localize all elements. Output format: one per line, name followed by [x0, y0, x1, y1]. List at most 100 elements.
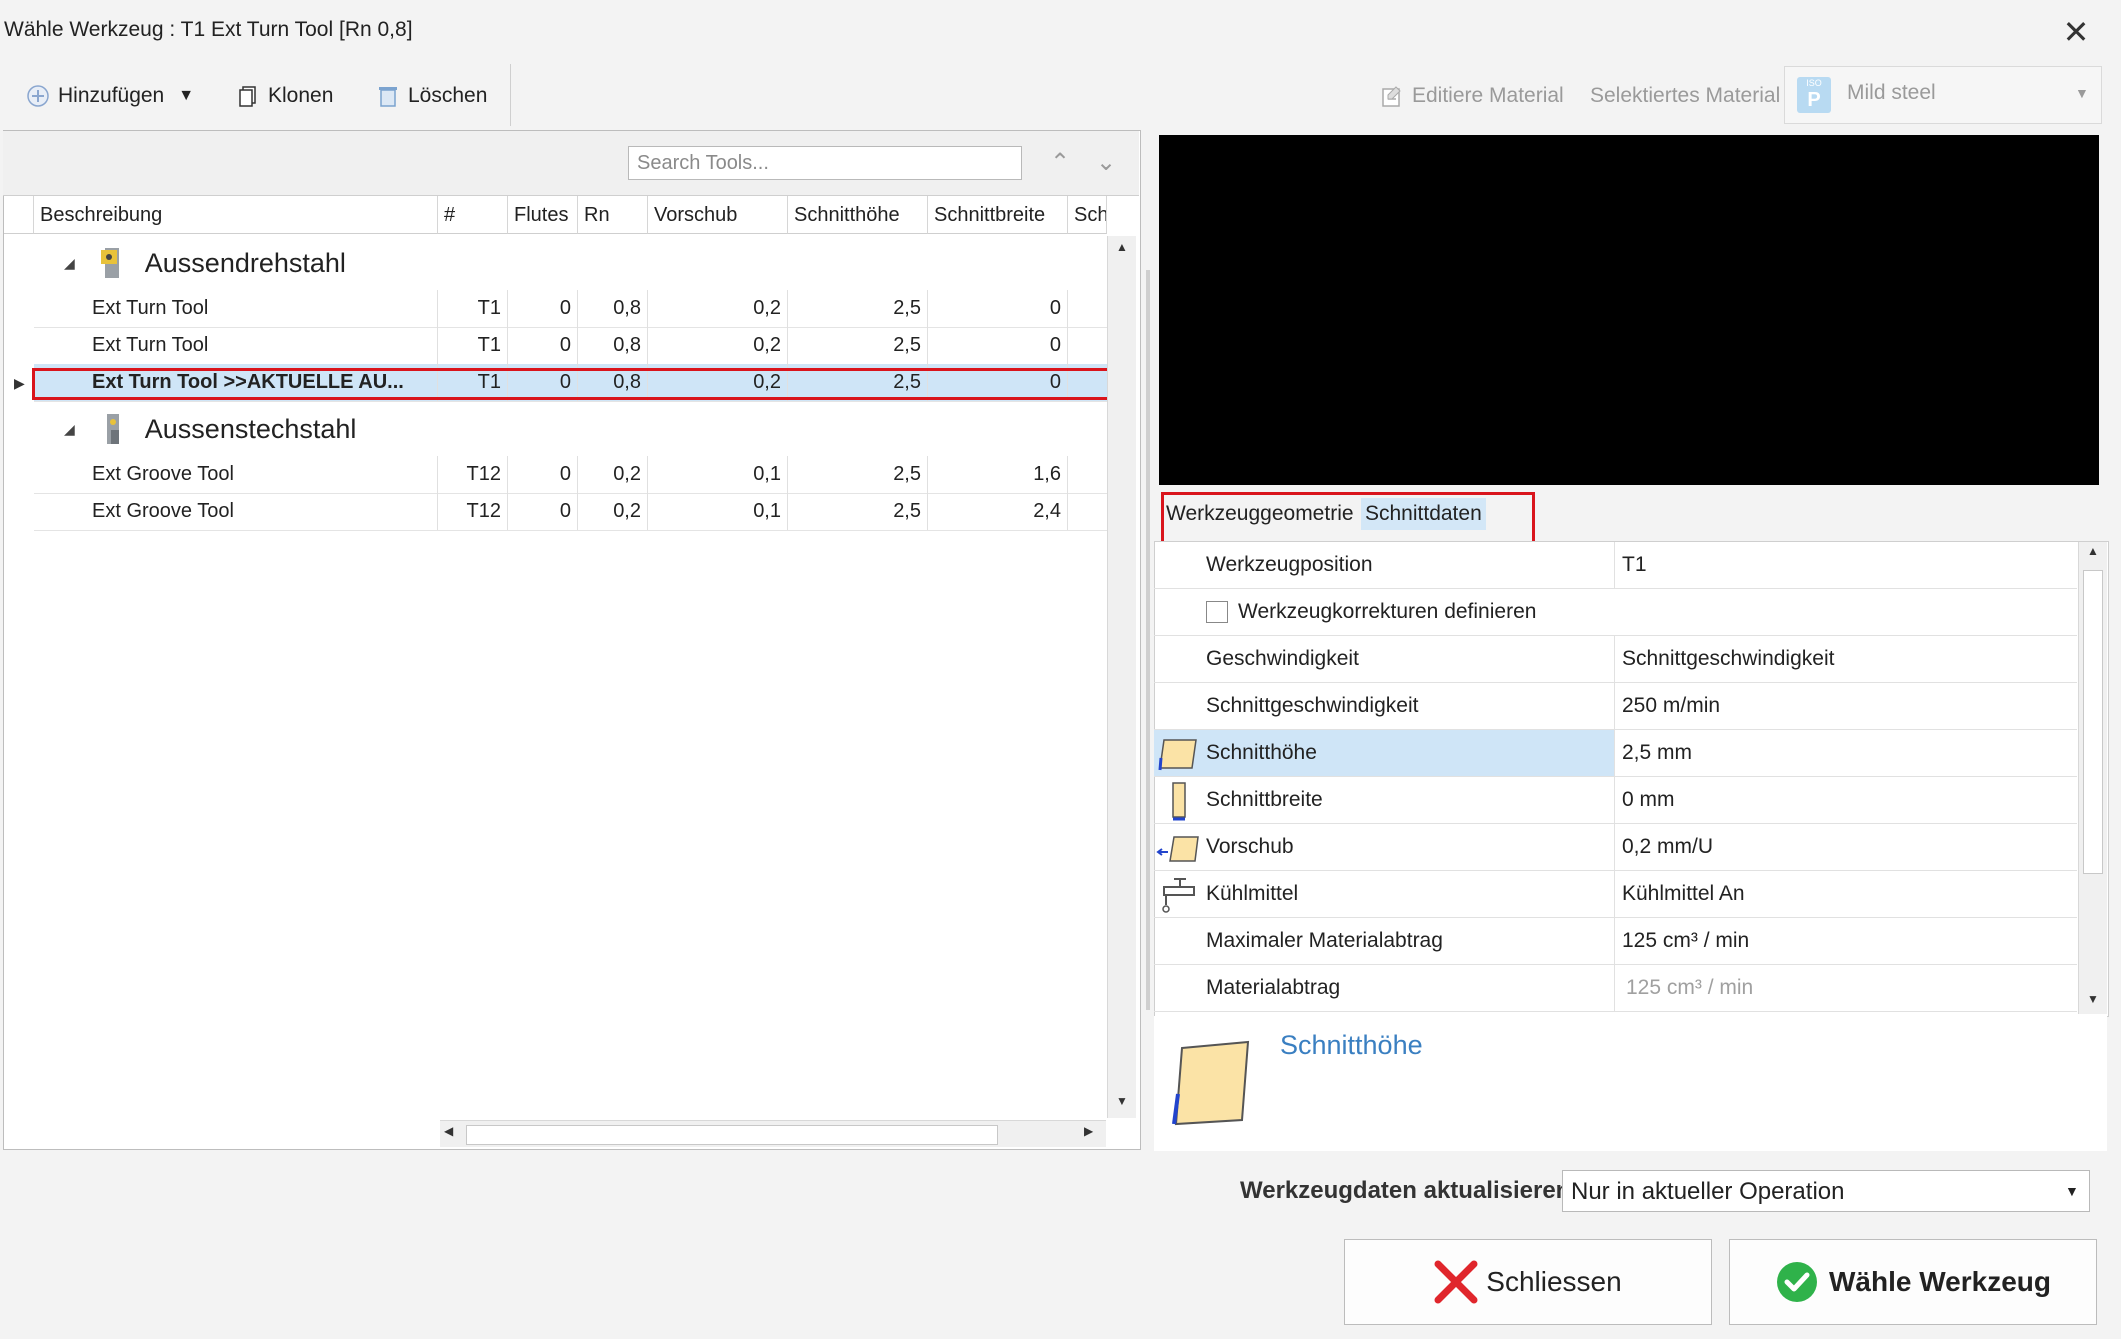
prop-row-coolant[interactable]: Kühlmittel Kühlmittel An [1154, 871, 2077, 918]
selected-material-label: Selektiertes Material [1590, 84, 1781, 107]
close-label: Schliessen [1486, 1266, 1622, 1297]
col-cut-width[interactable]: Schnittbreite [928, 196, 1068, 234]
table-vertical-scrollbar[interactable]: ▲ ▼ [1107, 236, 1136, 1118]
choose-tool-button[interactable]: Wähle Werkzeug [1729, 1239, 2097, 1325]
properties-scrollbar[interactable]: ▲ ▼ [2078, 542, 2107, 1014]
prop-row-speed[interactable]: Geschwindigkeit Schnittgeschwindigkeit [1154, 636, 2077, 683]
table-row[interactable]: Ext Groove Tool T12 0 0,2 0,1 2,5 2,4 [34, 493, 1107, 531]
material-badge-top: ISO [1806, 78, 1822, 88]
close-button[interactable]: Schliessen [1344, 1239, 1712, 1325]
tool-preview-viewport[interactable] [1159, 135, 2099, 485]
cell-rn: 0,8 [578, 327, 648, 364]
prop-value[interactable]: 0,2 mm/U [1622, 824, 1713, 870]
prop-value[interactable]: T1 [1622, 542, 1647, 588]
cell-cut-width: 1,6 [928, 456, 1068, 493]
search-input[interactable]: Search Tools... [628, 146, 1022, 180]
chevron-down-icon[interactable]: ▼ [178, 87, 194, 105]
delete-button[interactable]: Löschen [376, 76, 487, 116]
cut-height-large-icon [1172, 1040, 1250, 1126]
cell-cut-height: 2,5 [788, 327, 928, 364]
prop-value[interactable]: 0 mm [1622, 777, 1675, 823]
cell-cut-height: 2,5 [788, 290, 928, 327]
collapse-triangle-icon[interactable]: ◢ [64, 255, 75, 272]
cell-description: Ext Groove Tool [34, 456, 438, 493]
prop-key: Geschwindigkeit [1206, 647, 1359, 670]
col-description[interactable]: Beschreibung [34, 196, 438, 234]
prop-value[interactable]: 2,5 mm [1622, 730, 1692, 776]
prop-row-max-removal[interactable]: Maximaler Materialabtrag 125 cm³ / min [1154, 918, 2077, 965]
header-indicator [4, 196, 34, 234]
prop-row-cut-height[interactable]: Schnitthöhe 2,5 mm [1154, 730, 2077, 777]
choose-tool-label: Wähle Werkzeug [1829, 1266, 2051, 1297]
prop-value[interactable]: Schnittgeschwindigkeit [1622, 636, 1834, 682]
highlight-box-tabs [1161, 492, 1535, 546]
edit-material-button[interactable]: Editiere Material [1380, 76, 1564, 116]
group-name: Aussendrehstahl [144, 247, 346, 278]
prop-key: Materialabtrag [1206, 976, 1341, 999]
scroll-down-icon[interactable]: ▼ [2083, 992, 2103, 1006]
add-label: Hinzufügen [58, 84, 165, 107]
clone-icon [239, 86, 256, 107]
prop-value[interactable]: 250 m/min [1622, 683, 1720, 729]
scroll-left-icon[interactable]: ◀ [444, 1124, 453, 1138]
prop-key: Schnittbreite [1206, 788, 1323, 811]
prop-row-feed[interactable]: Vorschub 0,2 mm/U [1154, 824, 2077, 871]
col-rn[interactable]: Rn [578, 196, 648, 234]
table-row[interactable]: Ext Turn Tool T1 0 0,8 0,2 2,5 0 [34, 327, 1107, 365]
prop-row-cut-width[interactable]: Schnittbreite 0 mm [1154, 777, 2077, 824]
close-icon[interactable]: ✕ [2058, 14, 2094, 50]
prop-value-readonly: 125 cm³ / min [1626, 976, 1754, 999]
prop-key: Kühlmittel [1206, 882, 1299, 905]
update-scope-value: Nur in aktueller Operation [1571, 1178, 1845, 1205]
cell-feed: 0,1 [648, 456, 788, 493]
cell-rn: 0,2 [578, 493, 648, 530]
scroll-up-icon[interactable]: ▲ [2083, 544, 2103, 558]
update-label: Werkzeugdaten aktualisieren [1240, 1177, 1571, 1204]
col-number[interactable]: # [438, 196, 508, 234]
prop-row-tool-position[interactable]: Werkzeugposition T1 [1154, 542, 2077, 589]
scroll-thumb[interactable] [2083, 570, 2103, 874]
chevron-down-icon[interactable]: ⌄ [1088, 146, 1124, 180]
cell-cut-width: 0 [928, 327, 1068, 364]
cell-description: Ext Turn Tool [34, 290, 438, 327]
prop-row-tool-offsets[interactable]: Werkzeugkorrekturen definieren [1154, 589, 2077, 636]
material-select[interactable]: ISO P Mild steel ▼ [1784, 66, 2102, 124]
table-row[interactable]: Ext Turn Tool T1 0 0,8 0,2 2,5 0 [34, 290, 1107, 328]
col-feed[interactable]: Vorschub [648, 196, 788, 234]
prop-row-cutting-speed[interactable]: Schnittgeschwindigkeit 250 m/min [1154, 683, 2077, 730]
group-row-groove[interactable]: ◢ Aussenstechstahl [34, 404, 1107, 454]
edit-material-icon [1382, 86, 1401, 107]
cell-description: Ext Groove Tool [34, 493, 438, 530]
table-row[interactable]: Ext Groove Tool T12 0 0,2 0,1 2,5 1,6 [34, 456, 1107, 494]
edit-material-label: Editiere Material [1412, 84, 1564, 107]
collapse-triangle-icon[interactable]: ◢ [64, 421, 75, 438]
chevron-up-icon[interactable]: ⌃ [1042, 146, 1078, 180]
scroll-up-icon[interactable]: ▲ [1112, 240, 1132, 260]
offsets-checkbox[interactable] [1206, 601, 1228, 623]
clone-button[interactable]: Klonen [236, 76, 333, 116]
add-button[interactable]: Hinzufügen ▼ [26, 76, 194, 116]
scroll-down-icon[interactable]: ▼ [1112, 1094, 1132, 1114]
scroll-thumb[interactable] [466, 1125, 998, 1145]
cell-description: Ext Turn Tool [34, 327, 438, 364]
material-badge-letter: P [1807, 89, 1821, 111]
green-check-icon [1777, 1262, 1817, 1302]
cell-number: T1 [438, 327, 508, 364]
table-horizontal-scrollbar[interactable]: ◀ ▶ [440, 1120, 1106, 1147]
cell-number: T12 [438, 493, 508, 530]
cell-feed: 0,2 [648, 327, 788, 364]
prop-row-removal[interactable]: Materialabtrag 125 cm³ / min [1154, 965, 2077, 1012]
prop-value[interactable]: Kühlmittel An [1622, 871, 1745, 917]
splitter[interactable] [1146, 270, 1150, 1010]
prop-key: Schnitthöhe [1206, 741, 1317, 764]
prop-key: Werkzeugposition [1206, 553, 1373, 576]
scroll-right-icon[interactable]: ▶ [1084, 1124, 1093, 1138]
cell-flutes: 0 [508, 327, 578, 364]
col-flutes[interactable]: Flutes [508, 196, 578, 234]
update-scope-select[interactable]: Nur in aktueller Operation ▼ [1562, 1170, 2090, 1212]
prop-value[interactable]: 125 cm³ / min [1622, 918, 1749, 964]
group-row-turn[interactable]: ◢ Aussendrehstahl [34, 238, 1107, 288]
col-cut-height[interactable]: Schnitthöhe [788, 196, 928, 234]
cell-flutes: 0 [508, 456, 578, 493]
col-more[interactable]: Sch [1068, 196, 1107, 234]
